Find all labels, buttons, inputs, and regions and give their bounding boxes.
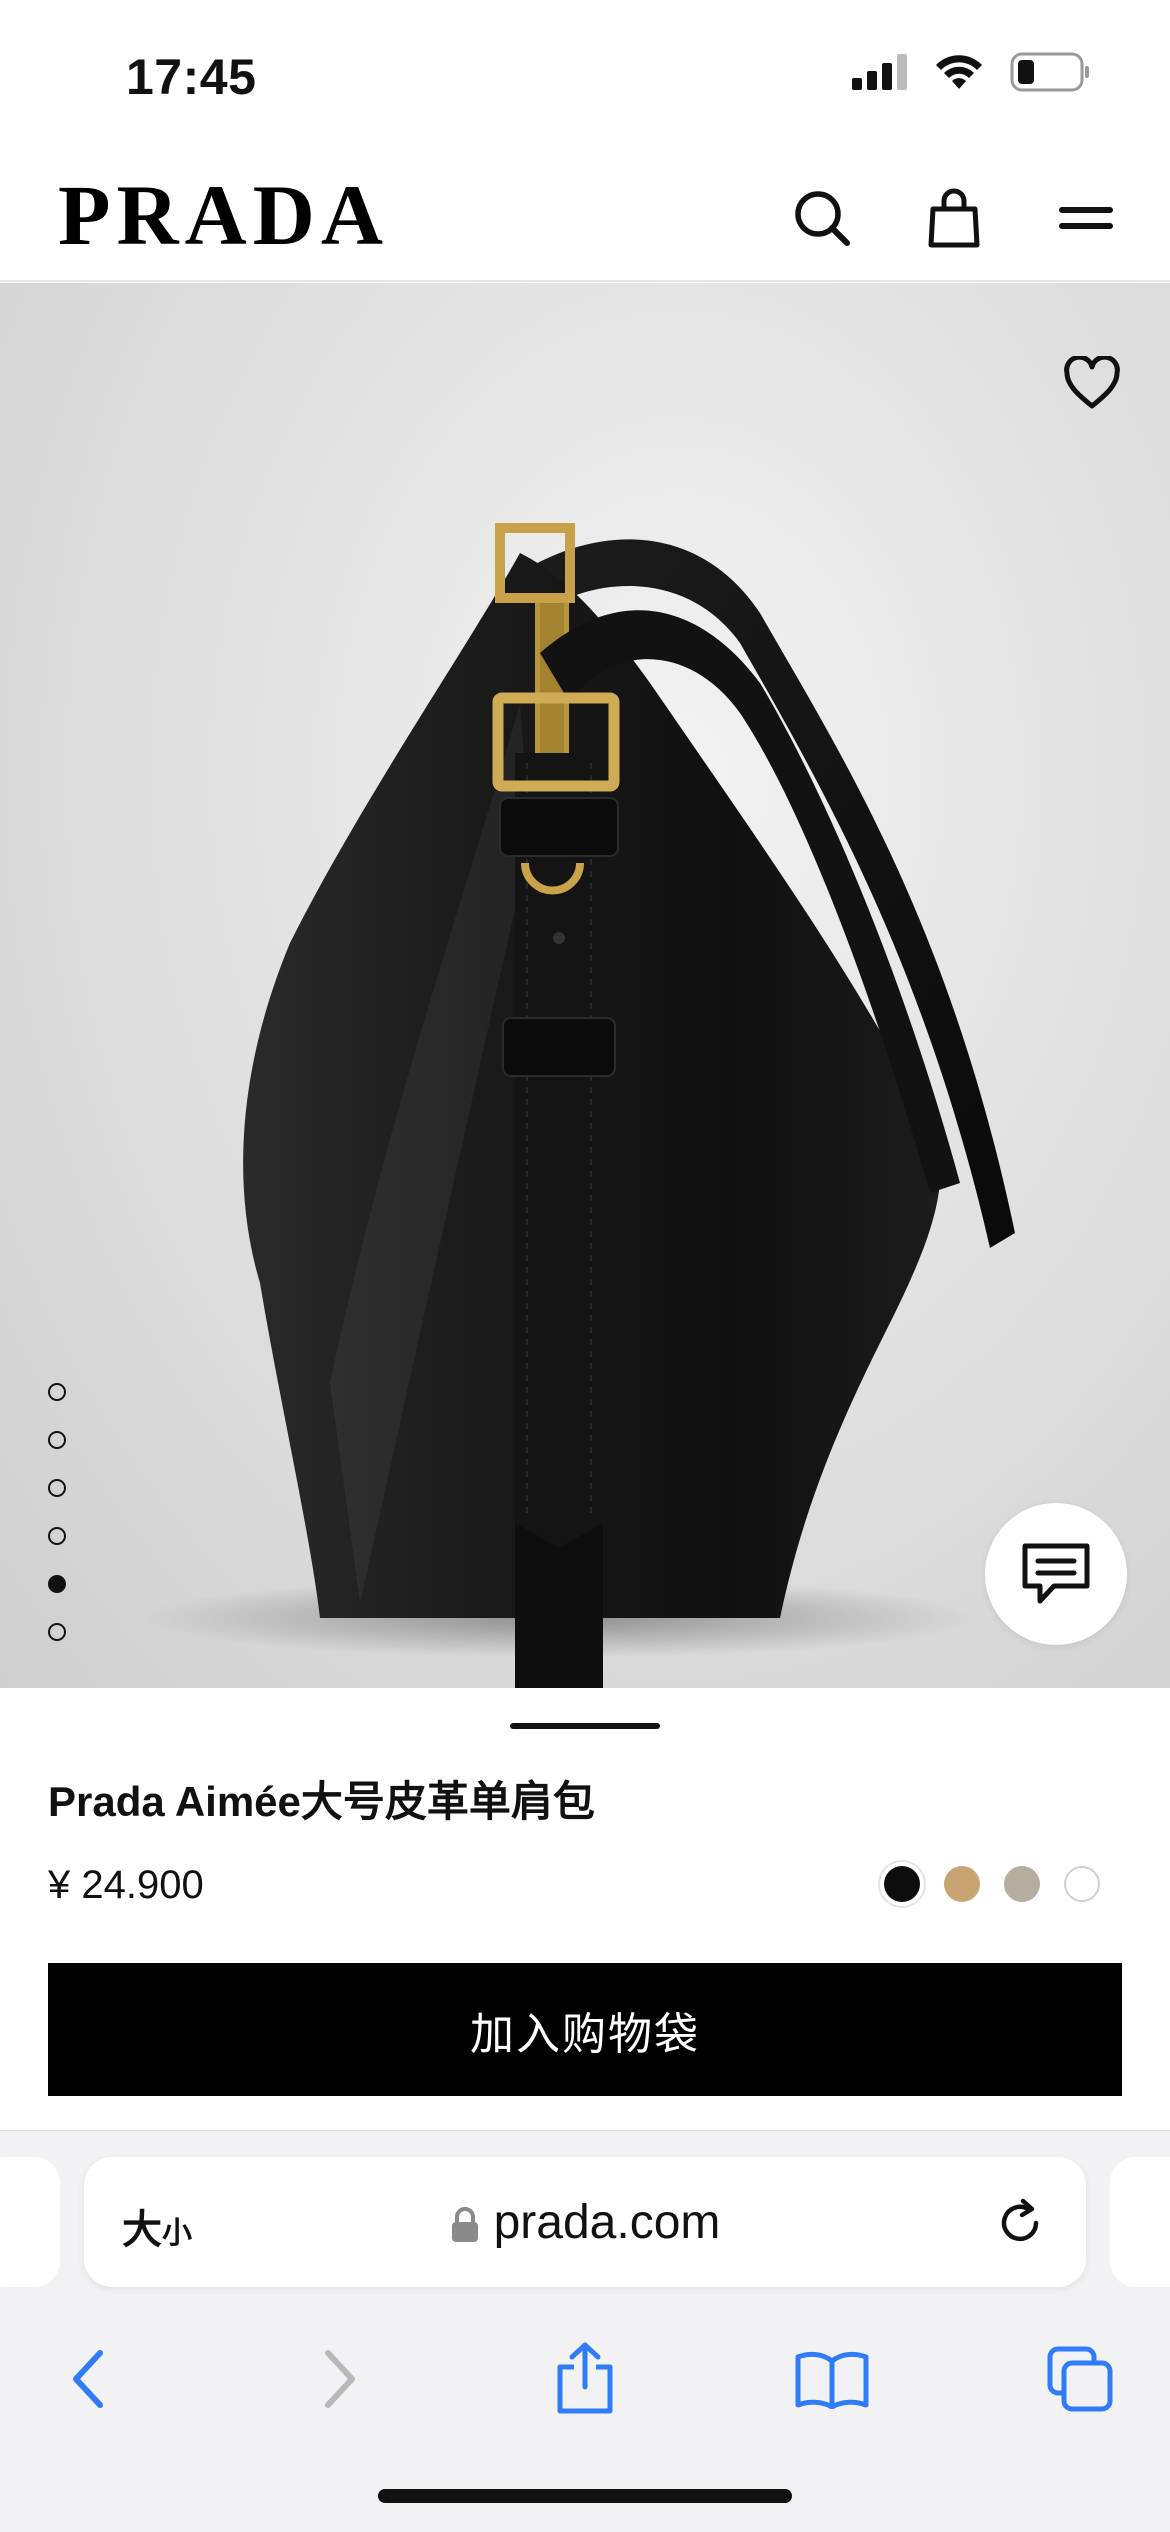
pagination-dot[interactable]: [48, 1527, 66, 1545]
bookmarks-button[interactable]: [792, 2339, 872, 2419]
pagination-dot[interactable]: [48, 1623, 66, 1641]
forward-button[interactable]: [300, 2339, 380, 2419]
add-to-bag-button[interactable]: 加入购物袋: [48, 1963, 1122, 2096]
pagination-dot-active[interactable]: [48, 1575, 66, 1593]
menu-button[interactable]: [1046, 178, 1126, 258]
pagination-dot[interactable]: [48, 1479, 66, 1497]
status-time: 17:45: [126, 49, 257, 105]
tabs-button[interactable]: [1040, 2339, 1120, 2419]
status-icons: [852, 52, 1090, 92]
forward-icon: [325, 2350, 355, 2408]
browser-chrome: 大小 prada.com: [0, 2130, 1170, 2532]
battery-icon: [1010, 52, 1089, 92]
color-swatch-black[interactable]: [884, 1866, 920, 1902]
search-icon: [795, 191, 850, 246]
cellular-signal-icon: [852, 54, 907, 90]
chat-icon: [1022, 1543, 1090, 1604]
chat-button[interactable]: [985, 1503, 1127, 1645]
prada-logo[interactable]: PRADA: [58, 172, 389, 258]
product-gallery[interactable]: [0, 283, 1170, 1688]
next-tab-peek[interactable]: [1110, 2157, 1170, 2287]
back-button[interactable]: [48, 2339, 128, 2419]
share-icon: [557, 2342, 613, 2414]
color-swatch-taupe[interactable]: [1004, 1866, 1040, 1902]
color-swatch-tan[interactable]: [944, 1866, 980, 1902]
shopping-bag-button[interactable]: [914, 178, 994, 258]
address-bar[interactable]: 大小 prada.com: [84, 2157, 1086, 2287]
home-indicator[interactable]: [378, 2489, 792, 2503]
search-button[interactable]: [782, 178, 862, 258]
color-swatch-white[interactable]: [1064, 1866, 1100, 1902]
lock-icon: [451, 2207, 478, 2243]
browser-toolbar: [0, 2311, 1170, 2431]
bookmarks-icon: [795, 2351, 869, 2409]
reload-icon[interactable]: [990, 2193, 1050, 2253]
tabs-icon: [1047, 2346, 1113, 2412]
url-text: prada.com: [493, 2196, 721, 2249]
wifi-icon: [936, 55, 982, 89]
share-button[interactable]: [545, 2339, 625, 2419]
sheet-handle[interactable]: [510, 1723, 660, 1729]
gallery-pagination: [48, 1383, 66, 1641]
pagination-dot[interactable]: [48, 1431, 66, 1449]
site-header: PRADA: [0, 150, 1170, 282]
pagination-dot[interactable]: [48, 1383, 66, 1401]
status-bar: 17:45: [0, 0, 1170, 150]
previous-tab-peek[interactable]: [0, 2157, 60, 2287]
product-name: Prada Aimée大号皮革单肩包: [48, 1778, 595, 1825]
menu-icon: [1059, 207, 1113, 229]
color-swatches: [884, 1866, 1100, 1902]
product-image: [140, 523, 1015, 1688]
heart-icon: [1064, 356, 1120, 409]
favorite-button[interactable]: [1052, 343, 1132, 423]
url-display[interactable]: prada.com: [84, 2195, 1086, 2250]
shopping-bag-icon: [928, 188, 980, 248]
product-price: ¥ 24.900: [48, 1863, 204, 1907]
back-icon: [73, 2350, 103, 2408]
